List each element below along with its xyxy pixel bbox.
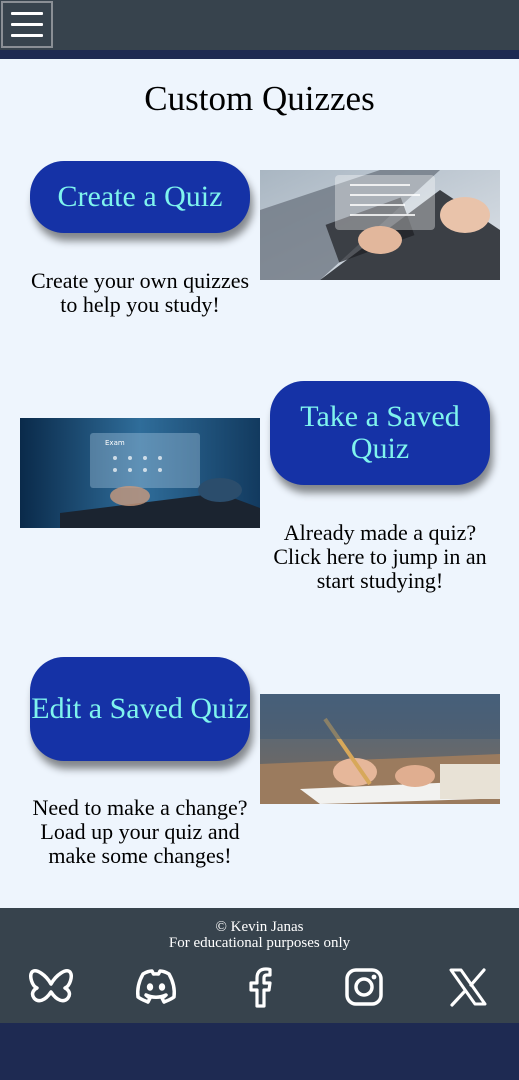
menu-line bbox=[11, 34, 43, 37]
footer-copyright: © Kevin Janas bbox=[215, 919, 304, 935]
take-saved-quiz-button[interactable]: Take a Saved Quiz bbox=[270, 381, 490, 485]
main-content: Custom Quizzes Create a Quiz Create your… bbox=[0, 59, 519, 908]
menu-line bbox=[11, 23, 43, 26]
footer-note: For educational purposes only bbox=[168, 935, 351, 951]
bluesky-icon[interactable] bbox=[28, 964, 74, 1010]
hamburger-menu-icon[interactable] bbox=[1, 1, 53, 48]
top-nav-bar bbox=[0, 0, 519, 50]
laptop-typing-photo bbox=[260, 170, 500, 280]
nav-accent-stripe bbox=[0, 50, 519, 59]
instagram-icon[interactable] bbox=[341, 964, 387, 1010]
writing-notes-photo bbox=[260, 694, 500, 804]
page-title: Custom Quizzes bbox=[144, 79, 375, 118]
footer: © Kevin Janas For educational purposes o… bbox=[0, 908, 519, 1023]
take-saved-quiz-description: Already made a quiz? Click here to jump … bbox=[273, 520, 487, 593]
facebook-icon[interactable] bbox=[238, 964, 284, 1010]
menu-line bbox=[11, 12, 43, 15]
edit-saved-quiz-button[interactable]: Edit a Saved Quiz bbox=[30, 657, 250, 761]
laptop-exam-photo: Exam bbox=[20, 418, 260, 528]
x-icon[interactable] bbox=[445, 964, 491, 1010]
edit-saved-quiz-description: Need to make a change? Load up your quiz… bbox=[32, 795, 248, 868]
create-quiz-description: Create your own quizzes to help you stud… bbox=[30, 268, 250, 317]
create-quiz-button[interactable]: Create a Quiz bbox=[30, 161, 250, 233]
discord-icon[interactable] bbox=[133, 964, 179, 1010]
svg-text:Exam: Exam bbox=[105, 439, 125, 447]
